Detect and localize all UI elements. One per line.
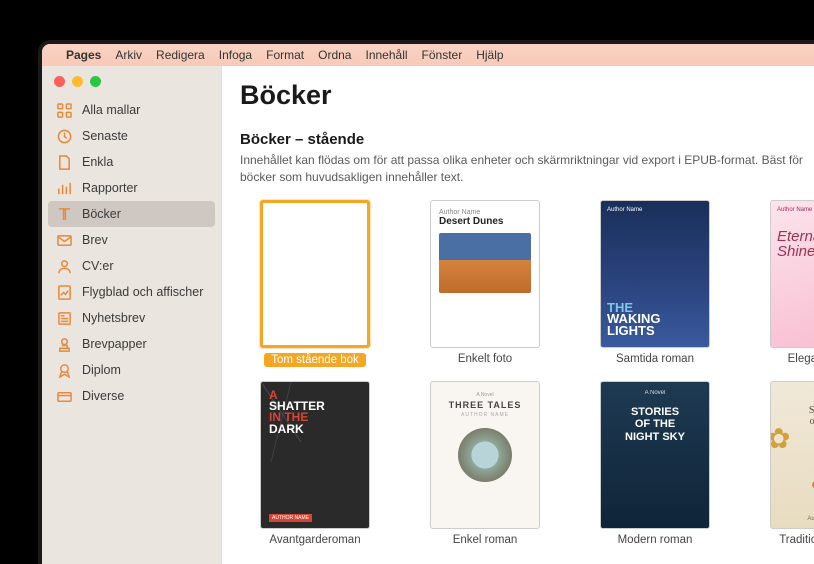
sidebar-item-label: Brevpapper: [82, 337, 147, 351]
chart-icon: [56, 180, 72, 196]
sidebar-item-rapporter[interactable]: Rapporter: [42, 175, 221, 201]
menu-fonster[interactable]: Fönster: [422, 48, 463, 62]
page-icon: [56, 154, 72, 170]
template-samtida-roman[interactable]: Author NameTHEWAKINGLIGHTSSamtida roman: [580, 200, 730, 367]
page-title: Böcker: [240, 80, 814, 111]
book-icon: [56, 206, 72, 222]
sidebar-item-label: Diplom: [82, 363, 121, 377]
template-label: Tom stående bok: [264, 353, 366, 367]
clock-icon: [56, 128, 72, 144]
template-elegant-roman[interactable]: Author NameEternalShineElegant roman: [750, 200, 814, 367]
person-icon: [56, 258, 72, 274]
sidebar-item-b-cker[interactable]: Böcker: [48, 201, 215, 227]
grid-icon: [56, 102, 72, 118]
sidebar-item-cv-er[interactable]: CV:er: [42, 253, 221, 279]
menu-arkiv[interactable]: Arkiv: [115, 48, 142, 62]
template-label: Samtida roman: [616, 353, 694, 365]
sidebar-item-flygblad-och-affischer[interactable]: Flygblad och affischer: [42, 279, 221, 305]
newspaper-icon: [56, 310, 72, 326]
sidebar-item-diplom[interactable]: Diplom: [42, 357, 221, 383]
sidebar-item-nyhetsbrev[interactable]: Nyhetsbrev: [42, 305, 221, 331]
menu-infoga[interactable]: Infoga: [219, 48, 252, 62]
template-avantgarderoman[interactable]: ASHATTERIN THEDARKAUTHOR NAMEAvantgarder…: [240, 381, 390, 546]
sidebar-item-label: CV:er: [82, 259, 114, 273]
sidebar-item-label: Diverse: [82, 389, 124, 403]
sidebar-item-enkla[interactable]: Enkla: [42, 149, 221, 175]
section-title: Böcker – stående: [240, 131, 814, 148]
menu-format[interactable]: Format: [266, 48, 304, 62]
template-traditionell-roman[interactable]: TheSeasonsof Paris✿❀✤Author NameTraditio…: [750, 381, 814, 546]
sidebar-item-brev[interactable]: Brev: [42, 227, 221, 253]
card-icon: [56, 388, 72, 404]
sidebar: Alla mallar Senaste Enkla Rapporter Böcker Br…: [42, 66, 222, 564]
stamp-icon: [56, 336, 72, 352]
envelope-icon: [56, 232, 72, 248]
template-label: Enkelt foto: [458, 353, 512, 365]
ribbon-icon: [56, 362, 72, 378]
sidebar-item-label: Böcker: [82, 207, 121, 221]
menu-ordna[interactable]: Ordna: [318, 48, 351, 62]
sidebar-item-label: Flygblad och affischer: [82, 285, 203, 299]
menu-redigera[interactable]: Redigera: [156, 48, 205, 62]
menu-hjalp[interactable]: Hjälp: [476, 48, 503, 62]
template-label: Modern roman: [618, 534, 693, 546]
window-controls: [42, 72, 221, 97]
section-subtitle: Innehållet kan flödas om för att passa o…: [240, 152, 814, 186]
template-content: Böcker Böcker – stående Innehållet kan f…: [222, 66, 814, 564]
template-label: Traditionell roman: [779, 534, 814, 546]
template-enkel-roman[interactable]: A NovelTHREE TALESAUTHOR NAMEEnkel roman: [410, 381, 560, 546]
sidebar-item-label: Nyhetsbrev: [82, 311, 145, 325]
template-label: Enkel roman: [453, 534, 518, 546]
menubar: Pages Arkiv Redigera Infoga Format Ordna…: [42, 44, 814, 66]
template-modern-roman[interactable]: A NovelSTORIESOF THENIGHT SKYModern roma…: [580, 381, 730, 546]
menu-app[interactable]: Pages: [66, 48, 101, 62]
poster-icon: [56, 284, 72, 300]
minimize-window-button[interactable]: [72, 76, 83, 87]
template-tom-st-ende-bok[interactable]: Tom stående bok: [240, 200, 390, 367]
sidebar-item-label: Brev: [82, 233, 108, 247]
sidebar-item-label: Rapporter: [82, 181, 138, 195]
close-window-button[interactable]: [54, 76, 65, 87]
zoom-window-button[interactable]: [90, 76, 101, 87]
sidebar-item-alla-mallar[interactable]: Alla mallar: [42, 97, 221, 123]
menu-innehall[interactable]: Innehåll: [365, 48, 407, 62]
sidebar-item-label: Enkla: [82, 155, 113, 169]
template-label: Avantgarderoman: [269, 534, 360, 546]
sidebar-item-label: Alla mallar: [82, 103, 140, 117]
template-label: Elegant roman: [788, 353, 814, 365]
sidebar-item-brevpapper[interactable]: Brevpapper: [42, 331, 221, 357]
sidebar-item-senaste[interactable]: Senaste: [42, 123, 221, 149]
template-enkelt-foto[interactable]: Author NameDesert DunesEnkelt foto: [410, 200, 560, 367]
sidebar-item-diverse[interactable]: Diverse: [42, 383, 221, 409]
sidebar-item-label: Senaste: [82, 129, 128, 143]
